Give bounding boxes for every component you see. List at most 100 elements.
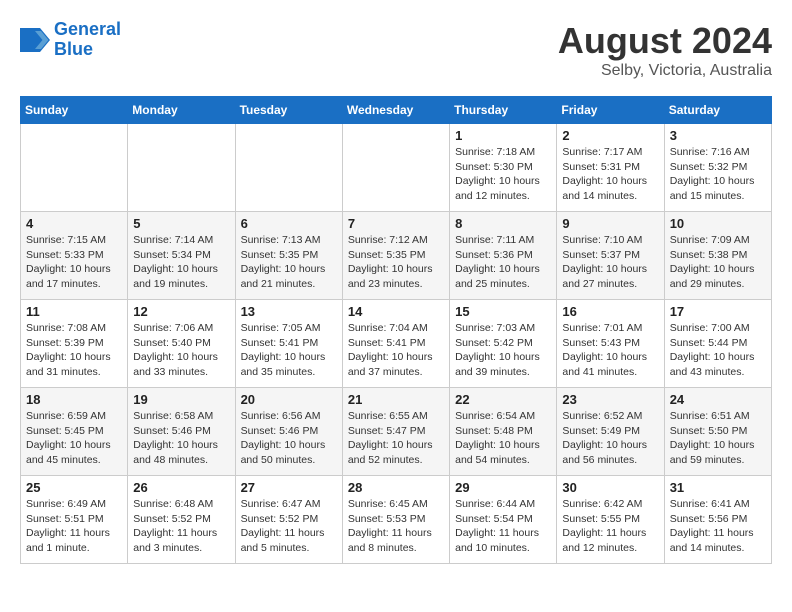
calendar-cell: 30 Sunrise: 6:42 AMSunset: 5:55 PMDayligh… (557, 476, 664, 564)
calendar-week-row: 4 Sunrise: 7:15 AMSunset: 5:33 PMDaylight… (21, 212, 772, 300)
calendar-cell (21, 124, 128, 212)
day-info: Sunrise: 7:00 AMSunset: 5:44 PMDaylight:… (670, 321, 766, 380)
calendar-cell: 26 Sunrise: 6:48 AMSunset: 5:52 PMDayligh… (128, 476, 235, 564)
calendar-cell: 4 Sunrise: 7:15 AMSunset: 5:33 PMDaylight… (21, 212, 128, 300)
calendar-cell: 15 Sunrise: 7:03 AMSunset: 5:42 PMDayligh… (450, 300, 557, 388)
calendar-cell (128, 124, 235, 212)
weekday-header: Tuesday (235, 97, 342, 124)
day-number: 12 (133, 304, 229, 319)
calendar-cell (342, 124, 449, 212)
day-info: Sunrise: 6:59 AMSunset: 5:45 PMDaylight:… (26, 409, 122, 468)
calendar-table: SundayMondayTuesdayWednesdayThursdayFrid… (20, 96, 772, 564)
day-number: 7 (348, 216, 444, 231)
calendar-cell: 14 Sunrise: 7:04 AMSunset: 5:41 PMDayligh… (342, 300, 449, 388)
day-info: Sunrise: 7:10 AMSunset: 5:37 PMDaylight:… (562, 233, 658, 292)
day-number: 8 (455, 216, 551, 231)
title-block: August 2024 Selby, Victoria, Australia (558, 20, 772, 80)
day-number: 24 (670, 392, 766, 407)
day-info: Sunrise: 6:58 AMSunset: 5:46 PMDaylight:… (133, 409, 229, 468)
day-number: 30 (562, 480, 658, 495)
logo-icon (20, 28, 50, 52)
day-info: Sunrise: 7:17 AMSunset: 5:31 PMDaylight:… (562, 145, 658, 204)
logo-line1: General (54, 19, 121, 39)
day-number: 22 (455, 392, 551, 407)
calendar-cell: 25 Sunrise: 6:49 AMSunset: 5:51 PMDayligh… (21, 476, 128, 564)
day-info: Sunrise: 7:16 AMSunset: 5:32 PMDaylight:… (670, 145, 766, 204)
calendar-cell (235, 124, 342, 212)
weekday-header: Saturday (664, 97, 771, 124)
calendar-cell: 19Sunrise: 6:58 AMSunset: 5:46 PMDayligh… (128, 388, 235, 476)
location: Selby, Victoria, Australia (558, 62, 772, 80)
calendar-cell: 31 Sunrise: 6:41 AMSunset: 5:56 PMDayligh… (664, 476, 771, 564)
day-number: 17 (670, 304, 766, 319)
day-info: Sunrise: 6:49 AMSunset: 5:51 PMDaylight:… (26, 497, 122, 556)
day-info: Sunrise: 6:54 AMSunset: 5:48 PMDaylight:… (455, 409, 551, 468)
weekday-header: Thursday (450, 97, 557, 124)
month-title: August 2024 (558, 20, 772, 62)
weekday-header: Friday (557, 97, 664, 124)
calendar-cell: 29 Sunrise: 6:44 AMSunset: 5:54 PMDayligh… (450, 476, 557, 564)
day-info: Sunrise: 6:51 AMSunset: 5:50 PMDaylight:… (670, 409, 766, 468)
calendar-cell: 16 Sunrise: 7:01 AMSunset: 5:43 PMDayligh… (557, 300, 664, 388)
day-number: 3 (670, 128, 766, 143)
day-number: 5 (133, 216, 229, 231)
day-number: 26 (133, 480, 229, 495)
calendar-week-row: 1 Sunrise: 7:18 AMSunset: 5:30 PMDaylight… (21, 124, 772, 212)
day-number: 15 (455, 304, 551, 319)
calendar-cell: 20 Sunrise: 6:56 AMSunset: 5:46 PMDayligh… (235, 388, 342, 476)
calendar-cell: 6 Sunrise: 7:13 AMSunset: 5:35 PMDaylight… (235, 212, 342, 300)
day-number: 14 (348, 304, 444, 319)
calendar-cell: 23Sunrise: 6:52 AMSunset: 5:49 PMDayligh… (557, 388, 664, 476)
day-info: Sunrise: 6:56 AMSunset: 5:46 PMDaylight:… (241, 409, 337, 468)
day-number: 27 (241, 480, 337, 495)
calendar-cell: 9Sunrise: 7:10 AMSunset: 5:37 PMDaylight… (557, 212, 664, 300)
day-number: 25 (26, 480, 122, 495)
day-info: Sunrise: 7:09 AMSunset: 5:38 PMDaylight:… (670, 233, 766, 292)
calendar-cell: 22 Sunrise: 6:54 AMSunset: 5:48 PMDayligh… (450, 388, 557, 476)
weekday-header-row: SundayMondayTuesdayWednesdayThursdayFrid… (21, 97, 772, 124)
calendar-cell: 5 Sunrise: 7:14 AMSunset: 5:34 PMDaylight… (128, 212, 235, 300)
day-number: 18 (26, 392, 122, 407)
calendar-cell: 13 Sunrise: 7:05 AMSunset: 5:41 PMDayligh… (235, 300, 342, 388)
day-number: 21 (348, 392, 444, 407)
day-number: 1 (455, 128, 551, 143)
day-info: Sunrise: 7:14 AMSunset: 5:34 PMDaylight:… (133, 233, 229, 292)
day-number: 16 (562, 304, 658, 319)
day-info: Sunrise: 6:41 AMSunset: 5:56 PMDaylight:… (670, 497, 766, 556)
day-info: Sunrise: 7:15 AMSunset: 5:33 PMDaylight:… (26, 233, 122, 292)
day-number: 4 (26, 216, 122, 231)
day-info: Sunrise: 7:04 AMSunset: 5:41 PMDaylight:… (348, 321, 444, 380)
calendar-cell: 7 Sunrise: 7:12 AMSunset: 5:35 PMDaylight… (342, 212, 449, 300)
day-info: Sunrise: 7:11 AMSunset: 5:36 PMDaylight:… (455, 233, 551, 292)
day-number: 28 (348, 480, 444, 495)
day-number: 6 (241, 216, 337, 231)
day-info: Sunrise: 6:47 AMSunset: 5:52 PMDaylight:… (241, 497, 337, 556)
day-info: Sunrise: 7:18 AMSunset: 5:30 PMDaylight:… (455, 145, 551, 204)
day-number: 20 (241, 392, 337, 407)
day-info: Sunrise: 7:03 AMSunset: 5:42 PMDaylight:… (455, 321, 551, 380)
day-number: 29 (455, 480, 551, 495)
calendar-cell: 1 Sunrise: 7:18 AMSunset: 5:30 PMDaylight… (450, 124, 557, 212)
day-info: Sunrise: 7:05 AMSunset: 5:41 PMDaylight:… (241, 321, 337, 380)
page-header: General Blue August 2024 Selby, Victoria… (20, 20, 772, 80)
calendar-cell: 27 Sunrise: 6:47 AMSunset: 5:52 PMDayligh… (235, 476, 342, 564)
day-info: Sunrise: 7:01 AMSunset: 5:43 PMDaylight:… (562, 321, 658, 380)
day-info: Sunrise: 7:12 AMSunset: 5:35 PMDaylight:… (348, 233, 444, 292)
day-info: Sunrise: 6:44 AMSunset: 5:54 PMDaylight:… (455, 497, 551, 556)
calendar-cell: 24 Sunrise: 6:51 AMSunset: 5:50 PMDayligh… (664, 388, 771, 476)
logo: General Blue (20, 20, 121, 60)
weekday-header: Sunday (21, 97, 128, 124)
calendar-cell: 2Sunrise: 7:17 AMSunset: 5:31 PMDaylight… (557, 124, 664, 212)
calendar-cell: 12 Sunrise: 7:06 AMSunset: 5:40 PMDayligh… (128, 300, 235, 388)
calendar-cell: 28Sunrise: 6:45 AMSunset: 5:53 PMDayligh… (342, 476, 449, 564)
day-info: Sunrise: 6:48 AMSunset: 5:52 PMDaylight:… (133, 497, 229, 556)
day-info: Sunrise: 7:06 AMSunset: 5:40 PMDaylight:… (133, 321, 229, 380)
day-info: Sunrise: 6:42 AMSunset: 5:55 PMDaylight:… (562, 497, 658, 556)
weekday-header: Wednesday (342, 97, 449, 124)
calendar-week-row: 25 Sunrise: 6:49 AMSunset: 5:51 PMDayligh… (21, 476, 772, 564)
day-info: Sunrise: 7:13 AMSunset: 5:35 PMDaylight:… (241, 233, 337, 292)
calendar-week-row: 11Sunrise: 7:08 AMSunset: 5:39 PMDayligh… (21, 300, 772, 388)
day-number: 31 (670, 480, 766, 495)
day-number: 13 (241, 304, 337, 319)
weekday-header: Monday (128, 97, 235, 124)
